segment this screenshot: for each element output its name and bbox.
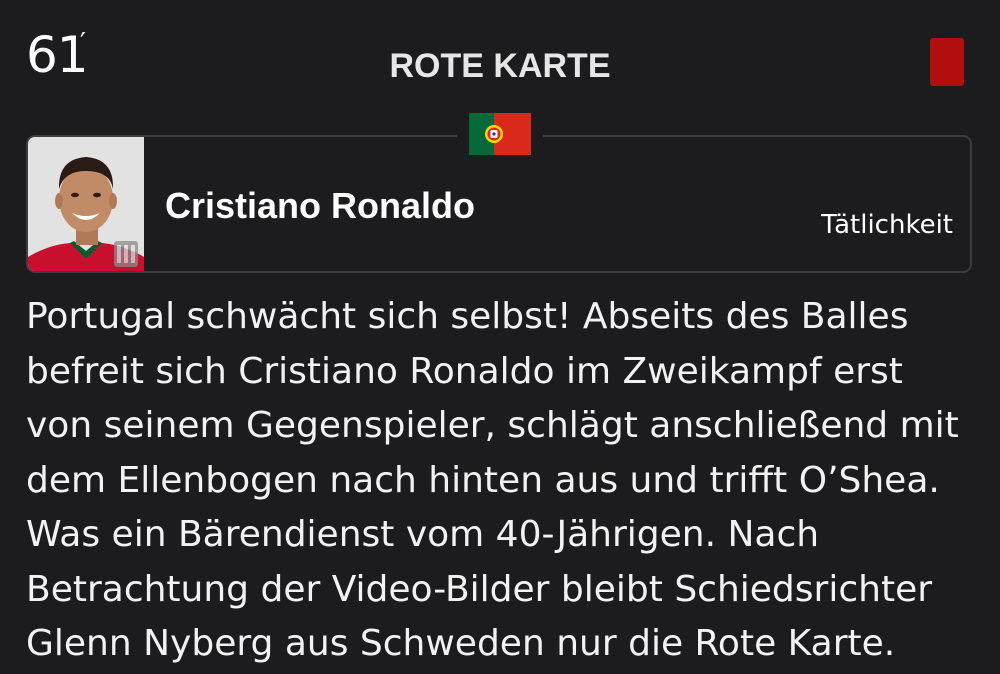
player-avatar [28, 137, 144, 271]
portugal-flag-icon [469, 113, 531, 155]
event-report-text: Portugal schwächt sich selbst! Abseits d… [26, 296, 959, 664]
card-reason: Tätlichkeit [821, 210, 953, 240]
red-card-icon [930, 38, 964, 86]
player-name: Cristiano Ronaldo [165, 185, 476, 226]
player-card[interactable]: Cristiano Ronaldo Tätlichkeit [26, 135, 972, 273]
event-title: ROTE KARTE [389, 47, 611, 85]
